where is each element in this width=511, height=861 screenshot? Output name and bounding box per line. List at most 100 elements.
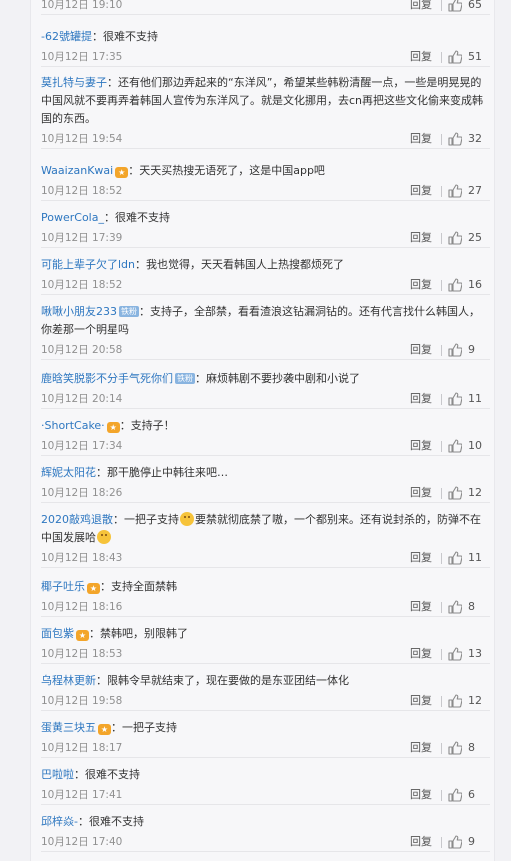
comment-text: 很难不支持: [102, 30, 158, 43]
comment-time: 10月12日 18:16: [41, 601, 123, 613]
comment-text: 支持子！: [130, 419, 175, 432]
like-button[interactable]: 25: [446, 229, 490, 247]
comment-time: 10月12日 17:39: [41, 232, 123, 244]
comment-item: 蛋黄三块五 ★ ：一把子支持 10月12日 18:17 回复 8: [41, 719, 490, 758]
reply-button[interactable]: 回复: [410, 645, 432, 663]
reply-button[interactable]: 回复: [410, 390, 432, 408]
like-button[interactable]: 8: [446, 598, 490, 616]
like-count: 13: [468, 647, 482, 660]
comment-time: 10月12日 20:58: [41, 344, 123, 356]
reply-button[interactable]: 回复: [410, 229, 432, 247]
comment-username[interactable]: 鹿晗笑脱影不分手气死你们: [41, 372, 173, 385]
reply-button[interactable]: 回复: [410, 437, 432, 455]
reply-button[interactable]: 回复: [410, 48, 432, 66]
like-button[interactable]: 16: [446, 276, 490, 294]
comment-username[interactable]: 辉妮太阳花: [41, 466, 96, 479]
comment-username[interactable]: 可能上辈子欠了ldn: [41, 258, 135, 271]
reply-button[interactable]: 回复: [410, 598, 432, 616]
comment-username[interactable]: 面包紫: [41, 627, 74, 640]
comment-username[interactable]: 莫扎特与妻子: [41, 76, 107, 89]
reply-button[interactable]: 回复: [410, 692, 432, 710]
emoji-icon: [180, 512, 194, 526]
vip-icon: ★: [87, 583, 100, 594]
divider: [441, 394, 442, 405]
reply-button[interactable]: 回复: [410, 484, 432, 502]
like-count: 51: [468, 50, 482, 63]
comment-meta: 10月12日 17:34 回复 10: [41, 437, 490, 455]
comment-time: 10月12日 19:10: [41, 0, 123, 11]
comment-time: 10月12日 18:43: [41, 552, 123, 564]
comment-username[interactable]: 蛋黄三块五: [41, 721, 96, 734]
comment-username[interactable]: 2020敲鸡退散: [41, 513, 113, 526]
like-count: 9: [468, 343, 475, 356]
divider: [441, 52, 442, 63]
thumbs-up-icon: [448, 231, 463, 245]
reply-button[interactable]: 回复: [410, 276, 432, 294]
like-button[interactable]: 13: [446, 645, 490, 663]
comment-username[interactable]: 邱梓焱-: [41, 815, 78, 828]
like-button[interactable]: 27: [446, 182, 490, 200]
comment-meta: 10月12日 17:39 回复 25: [41, 229, 490, 247]
like-button[interactable]: 65: [446, 0, 490, 14]
comment-text: 限韩令早就结束了，现在要做的是东亚团结一体化: [107, 674, 349, 687]
comment-username[interactable]: -62號罐提: [41, 30, 92, 43]
like-button[interactable]: 9: [446, 341, 490, 359]
like-button[interactable]: 9: [446, 833, 490, 851]
comment-username[interactable]: 啾啾小朋友233: [41, 305, 117, 318]
comment-username[interactable]: 乌程林更新: [41, 674, 96, 687]
comment-username[interactable]: ·ShortCake·: [41, 419, 105, 432]
like-button[interactable]: 10: [446, 437, 490, 455]
comment-text: 我也觉得，天天看韩国人上热搜都烦死了: [146, 258, 345, 271]
reply-button[interactable]: 回复: [410, 341, 432, 359]
vip-icon: ★: [106, 422, 120, 433]
comment-meta: 10月12日 18:43 回复 11: [41, 549, 490, 567]
thumbs-up-icon: [448, 694, 463, 708]
comment-username[interactable]: PowerCola_: [41, 211, 104, 224]
reply-button[interactable]: 回复: [410, 182, 432, 200]
like-button[interactable]: 6: [446, 786, 490, 804]
divider: [441, 186, 442, 197]
comment-text: 很难不支持: [88, 815, 144, 828]
colon: ：: [89, 627, 100, 640]
comment-username[interactable]: WaaizanKwai: [41, 164, 113, 177]
comment-item: 椰子吐乐 ★ ：支持全面禁韩 10月12日 18:16 回复 8: [41, 578, 490, 617]
divider: [441, 649, 442, 660]
reply-button[interactable]: 回复: [410, 739, 432, 757]
thumbs-up-icon: [448, 184, 463, 198]
like-count: 11: [468, 392, 482, 405]
like-button[interactable]: 32: [446, 130, 490, 148]
like-button[interactable]: 8: [446, 739, 490, 757]
comment-meta: 10月12日 19:10 回复 65: [41, 0, 490, 14]
like-button[interactable]: 11: [446, 549, 490, 567]
comment-username[interactable]: 巴啦啦: [41, 768, 74, 781]
like-count: 10: [468, 439, 482, 452]
divider: [441, 134, 442, 145]
reply-button[interactable]: 回复: [410, 833, 432, 851]
reply-button[interactable]: 回复: [410, 786, 432, 804]
colon: ：: [111, 721, 122, 734]
comment-time: 10月12日 18:52: [41, 279, 123, 291]
reply-button[interactable]: 回复: [410, 130, 432, 148]
reply-button[interactable]: 回复: [410, 0, 432, 14]
thumbs-up-icon: [448, 132, 463, 146]
comment-time: 10月12日 17:41: [41, 789, 123, 801]
thumbs-up-icon: [448, 835, 463, 849]
comment-username[interactable]: 椰子吐乐: [41, 580, 85, 593]
comment-text: 一把子支持: [122, 721, 177, 734]
like-button[interactable]: 12: [446, 484, 490, 502]
like-button[interactable]: 12: [446, 692, 490, 710]
comment-item: WaaizanKwai ★ ：天天买热搜无语死了，这是中国app吧 10月12日 18…: [41, 162, 490, 201]
divider: [441, 441, 442, 452]
comment-text: 支持全面禁韩: [111, 580, 177, 593]
thumbs-up-icon: [448, 0, 463, 12]
comment-body: 辉妮太阳花：那干脆停止中韩往来吧…: [41, 464, 490, 482]
like-count: 8: [468, 600, 475, 613]
comment-body: 蛋黄三块五 ★ ：一把子支持: [41, 719, 490, 737]
reply-button[interactable]: 回复: [410, 549, 432, 567]
like-button[interactable]: 51: [446, 48, 490, 66]
comment-list: 10月12日 19:10 回复 65 -62號罐提：很难不支持 10月12日 17:35…: [30, 0, 495, 861]
comment-time: 10月12日 19:58: [41, 695, 123, 707]
like-button[interactable]: 11: [446, 390, 490, 408]
vip-icon: ★: [98, 724, 111, 735]
comment-body: -62號罐提：很难不支持: [41, 28, 490, 46]
